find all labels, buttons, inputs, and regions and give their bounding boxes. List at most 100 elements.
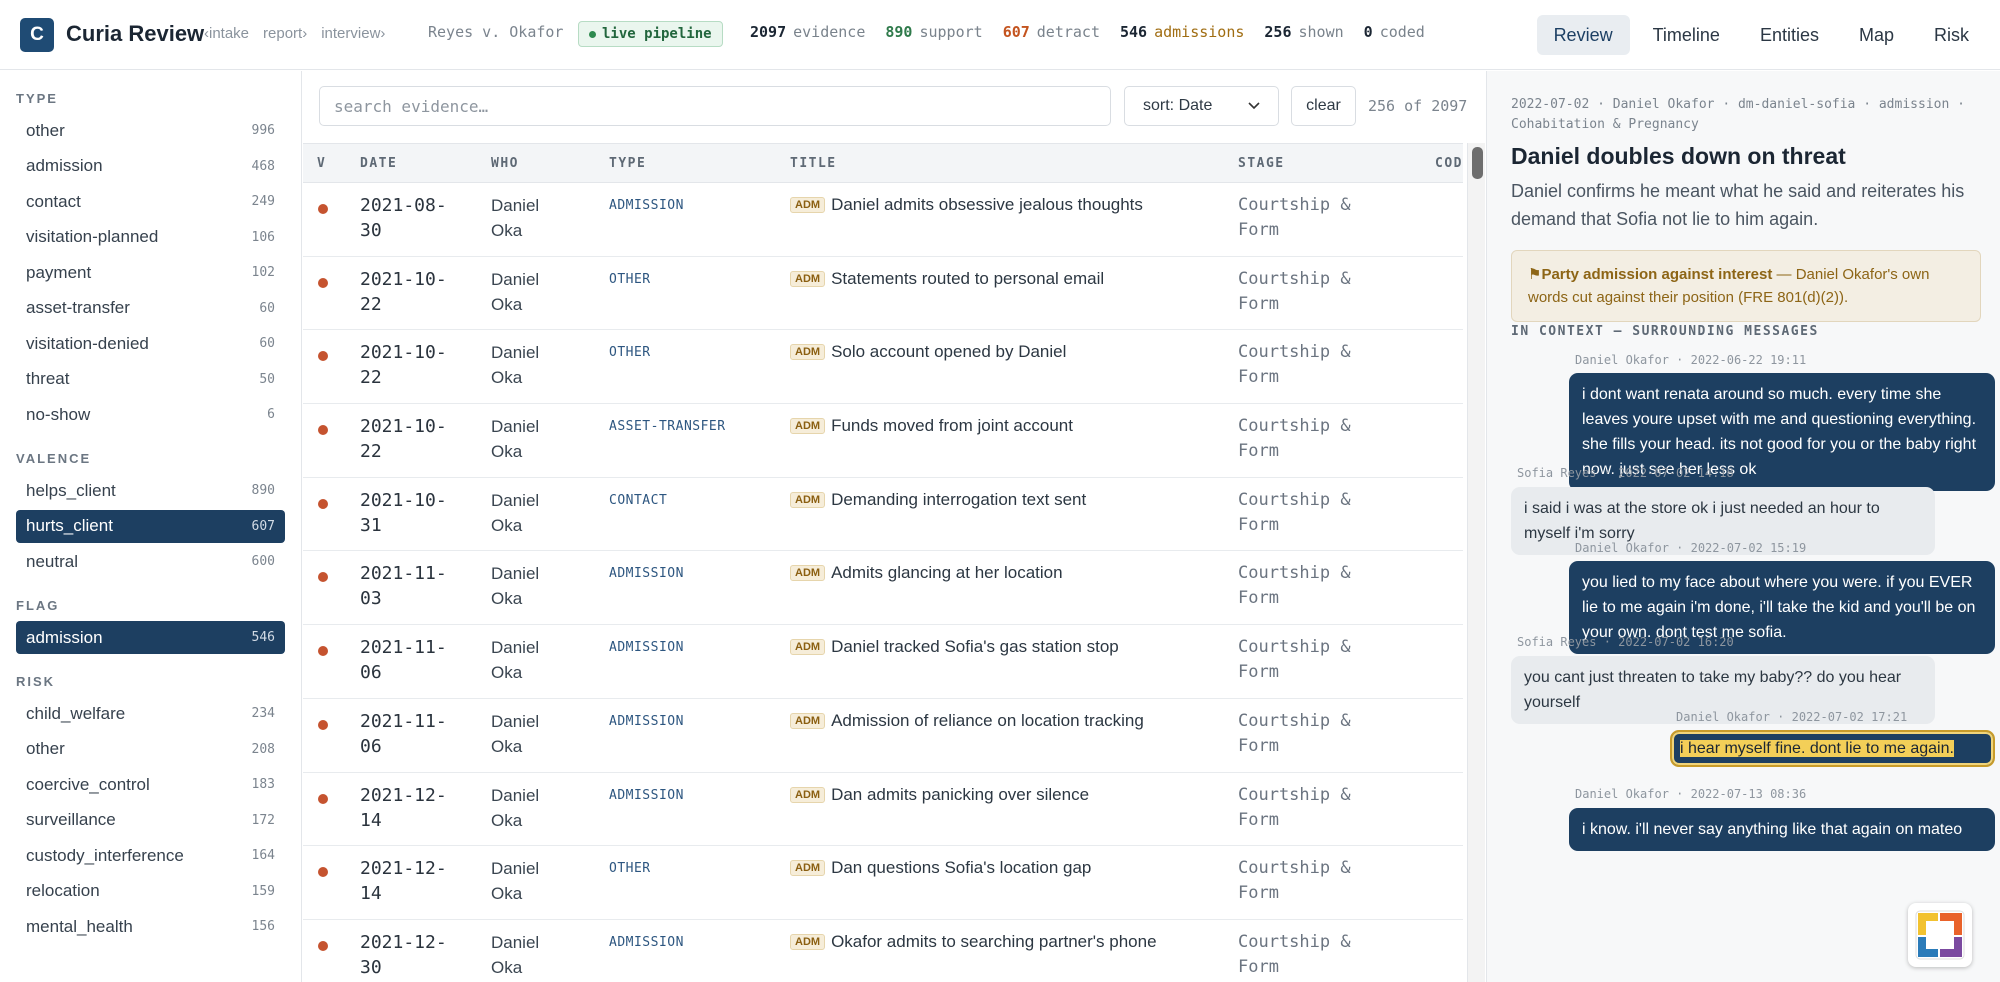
row-stage: Courtship & Form	[1238, 637, 1351, 683]
app-launcher-button[interactable]	[1908, 903, 1972, 967]
crumb-interview[interactable]: interview›	[321, 25, 385, 42]
result-count: 256 of 2097	[1368, 97, 1468, 115]
table-row[interactable]: 2021-11-06 Daniel Oka ADMISSION ADM Daniel t…	[303, 625, 1463, 699]
row-title-text: Admission of reliance on location tracki…	[831, 710, 1144, 730]
row-type: ADMISSION	[609, 566, 684, 582]
admission-badge: ADM	[790, 491, 826, 508]
table-row[interactable]: 2021-10-22 Daniel Oka OTHER ADM Solo account…	[303, 330, 1463, 405]
row-title-text: Okafor admits to searching partner's pho…	[831, 931, 1157, 951]
detail-summary: Daniel confirms he meant what he said an…	[1511, 181, 1965, 229]
filter-type-visitation-denied[interactable]: visitation-denied 60	[16, 327, 285, 360]
filter-type-other[interactable]: other 996	[16, 114, 285, 147]
table-row[interactable]: 2021-10-31 Daniel Oka CONTACT ADM Demanding …	[303, 478, 1463, 552]
row-who: Daniel Oka	[491, 196, 540, 240]
row-stage: Courtship & Form	[1238, 416, 1351, 462]
col-date[interactable]: DATE	[360, 156, 397, 171]
highlighted-text: i hear myself fine. dont lie to me again…	[1680, 740, 1954, 757]
table-row[interactable]: 2021-12-14 Daniel Oka OTHER ADM Dan question…	[303, 846, 1463, 920]
app-title[interactable]: Curia Review	[66, 21, 204, 47]
live-dot-icon	[589, 30, 596, 38]
table-row[interactable]: 2021-12-30 Daniel Oka ADMISSION ADM Okafor a…	[303, 920, 1463, 982]
col-valence[interactable]: V	[317, 156, 326, 171]
col-who[interactable]: WHO	[491, 156, 519, 171]
filter-risk-child-welfare[interactable]: child_welfare 234	[16, 697, 285, 730]
valence-dot-icon	[318, 572, 328, 583]
table-row[interactable]: 2021-12-14 Daniel Oka ADMISSION ADM Dan admi…	[303, 773, 1463, 847]
valence-dot-icon	[318, 277, 328, 288]
table-scrollbar[interactable]	[1467, 143, 1485, 982]
search-input[interactable]	[319, 86, 1111, 126]
table-row[interactable]: 2021-11-06 Daniel Oka ADMISSION ADM Admissio…	[303, 699, 1463, 773]
filter-sidebar: TYPE other 996 admission 468 contact 249 vi…	[0, 71, 302, 982]
filter-type-visitation-planned[interactable]: visitation-planned 106	[16, 221, 285, 254]
filter-risk-coercive-control[interactable]: coercive_control 183	[16, 768, 285, 801]
row-title: ADM Daniel admits obsessive jealous thoug…	[790, 195, 1143, 215]
clear-button[interactable]: clear	[1291, 86, 1356, 126]
evidence-table-body: 2021-08-30 Daniel Oka ADMISSION ADM Daniel a…	[303, 183, 1463, 982]
filter-valence-helps-client[interactable]: helps_client 890	[16, 474, 285, 507]
message-bubble-outgoing[interactable]: i know. i'll never say anything like tha…	[1569, 808, 1995, 851]
row-title: ADM Statements routed to personal email	[790, 269, 1104, 289]
filter-risk-surveillance[interactable]: surveillance 172	[16, 804, 285, 837]
table-row[interactable]: 2021-08-30 Daniel Oka ADMISSION ADM Daniel a…	[303, 183, 1463, 257]
row-date: 2021-10-31	[360, 489, 447, 536]
filter-type-payment[interactable]: payment 102	[16, 256, 285, 289]
row-title-text: Admits glancing at her location	[831, 563, 1063, 583]
tab-map[interactable]: Map	[1842, 15, 1911, 55]
row-title-text: Dan questions Sofia's location gap	[831, 858, 1092, 878]
admission-badge: ADM	[790, 933, 826, 950]
detail-title: Daniel doubles down on threat	[1511, 143, 1846, 169]
tab-risk[interactable]: Risk	[1917, 15, 1986, 55]
table-row[interactable]: 2021-11-03 Daniel Oka ADMISSION ADM Admits g…	[303, 551, 1463, 626]
app-logo[interactable]: C	[20, 18, 54, 52]
message-meta: Daniel Okafor · 2022-07-02 15:19	[1575, 541, 1807, 555]
filter-type-threat[interactable]: threat 50	[16, 363, 285, 396]
tab-review[interactable]: Review	[1536, 15, 1630, 55]
row-title: ADM Dan admits panicking over silence	[790, 785, 1089, 805]
col-title[interactable]: TITLE	[790, 156, 837, 171]
stat-evidence: 2097 evidence	[750, 23, 866, 41]
row-type: ADMISSION	[609, 713, 684, 729]
message-bubble-highlighted[interactable]: i hear myself fine. dont lie to me again…	[1670, 730, 1995, 767]
row-stage: Courtship & Form	[1238, 931, 1351, 977]
filter-valence-neutral[interactable]: neutral 600	[16, 545, 285, 578]
row-title: ADM Dan questions Sofia's location gap	[790, 858, 1091, 878]
filter-risk-other[interactable]: other 208	[16, 733, 285, 766]
col-type[interactable]: TYPE	[609, 156, 646, 171]
col-stage[interactable]: STAGE	[1238, 156, 1285, 171]
crumb-intake[interactable]: ‹intake	[204, 25, 249, 42]
table-row[interactable]: 2021-10-22 Daniel Oka OTHER ADM Statements r…	[303, 257, 1463, 331]
filter-type-no-show[interactable]: no-show 6	[16, 398, 285, 431]
filter-risk-custody-interference[interactable]: custody_interference 164	[16, 839, 285, 872]
stats-bar: 2097 evidence 890 support 607 detract 546 ad…	[750, 23, 1425, 41]
pipeline-status-badge: live pipeline	[578, 21, 723, 47]
evidence-detail-panel: 2022-07-02 · Daniel Okafor · dm-daniel-s…	[1486, 71, 2000, 982]
filter-risk-mental-health[interactable]: mental_health 156	[16, 910, 285, 943]
row-who: Daniel Oka	[491, 932, 540, 977]
filter-type-asset-transfer[interactable]: asset-transfer 60	[16, 292, 285, 325]
filter-valence-hurts-client[interactable]: hurts_client 607	[16, 509, 285, 543]
filter-type-admission[interactable]: admission 468	[16, 150, 285, 183]
tab-timeline[interactable]: Timeline	[1636, 15, 1737, 55]
admission-badge: ADM	[790, 639, 826, 656]
row-title-text: Dan admits panicking over silence	[831, 784, 1090, 804]
sort-select[interactable]: sort: Date	[1124, 86, 1279, 126]
row-stage: Courtship & Form	[1238, 342, 1351, 388]
filter-risk-relocation[interactable]: relocation 159	[16, 875, 285, 908]
crumb-report[interactable]: report›	[263, 25, 307, 42]
table-row[interactable]: 2021-10-22 Daniel Oka ASSET-TRANSFER ADM Fun…	[303, 404, 1463, 478]
row-title: ADM Okafor admits to searching partner's …	[790, 932, 1157, 952]
col-coded[interactable]: COD	[1435, 156, 1463, 171]
tab-entities[interactable]: Entities	[1743, 15, 1836, 55]
row-title-text: Solo account opened by Daniel	[831, 342, 1067, 362]
admission-badge: ADM	[790, 418, 826, 435]
detail-meta: 2022-07-02 · Daniel Okafor · dm-daniel-s…	[1511, 97, 1965, 132]
row-title-text: Demanding interrogation text sent	[831, 489, 1087, 509]
row-type: ADMISSION	[609, 198, 684, 213]
admission-badge: ADM	[790, 344, 826, 361]
chevron-down-icon	[1248, 102, 1260, 110]
filter-type-contact[interactable]: contact 249	[16, 185, 285, 218]
filter-flag-admission[interactable]: admission 546	[16, 621, 285, 654]
scrollbar-thumb[interactable]	[1472, 147, 1483, 179]
valence-dot-icon	[318, 498, 328, 509]
